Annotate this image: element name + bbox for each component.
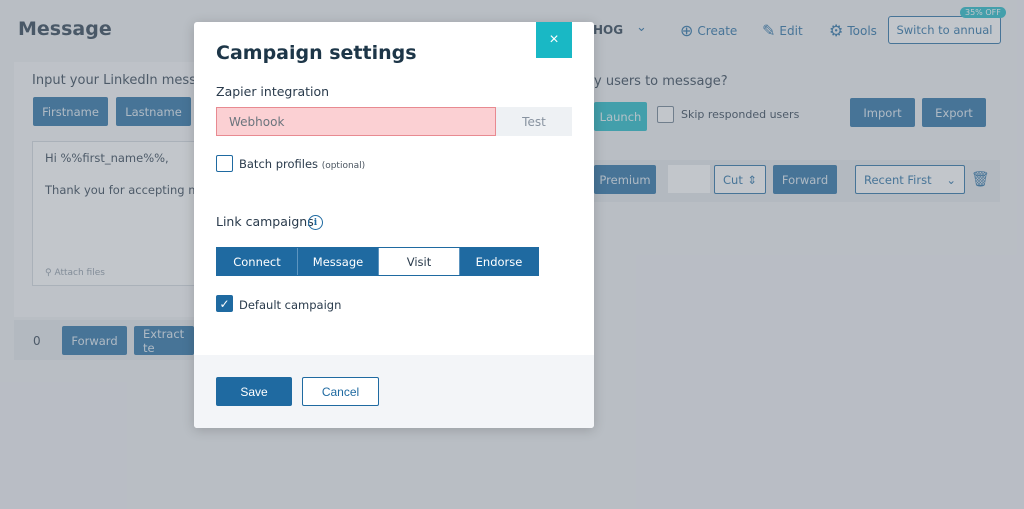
campaign-settings-modal: Campaign settings × Zapier integration T… (194, 22, 594, 428)
cancel-button[interactable]: Cancel (302, 377, 379, 406)
test-button[interactable]: Test (496, 107, 572, 136)
close-icon: × (549, 31, 559, 48)
batch-profiles-checkbox[interactable] (216, 155, 233, 172)
campaign-option-connect[interactable]: Connect (217, 248, 298, 275)
optional-hint: (optional) (321, 161, 366, 171)
campaign-option-visit[interactable]: Visit (379, 248, 460, 275)
link-campaigns-label: Link campaigns (216, 214, 314, 229)
info-icon[interactable]: i (308, 215, 323, 230)
campaign-type-selector: Connect Message Visit Endorse (216, 247, 539, 276)
default-campaign-checkbox[interactable]: ✓ (216, 295, 233, 312)
checkmark-icon: ✓ (219, 296, 230, 311)
default-campaign-label: Default campaign (239, 298, 342, 312)
close-button[interactable]: × (536, 22, 572, 58)
modal-footer: Save Cancel (194, 355, 594, 428)
webhook-input[interactable] (216, 107, 496, 136)
campaign-option-message[interactable]: Message (298, 248, 379, 275)
zapier-integration-label: Zapier integration (216, 84, 330, 99)
batch-profiles-label: Batch profiles (optional) (239, 157, 365, 171)
save-button[interactable]: Save (216, 377, 292, 406)
batch-profiles-text: Batch profiles (239, 157, 319, 171)
campaign-option-endorse[interactable]: Endorse (460, 248, 538, 275)
modal-title: Campaign settings (216, 42, 417, 64)
